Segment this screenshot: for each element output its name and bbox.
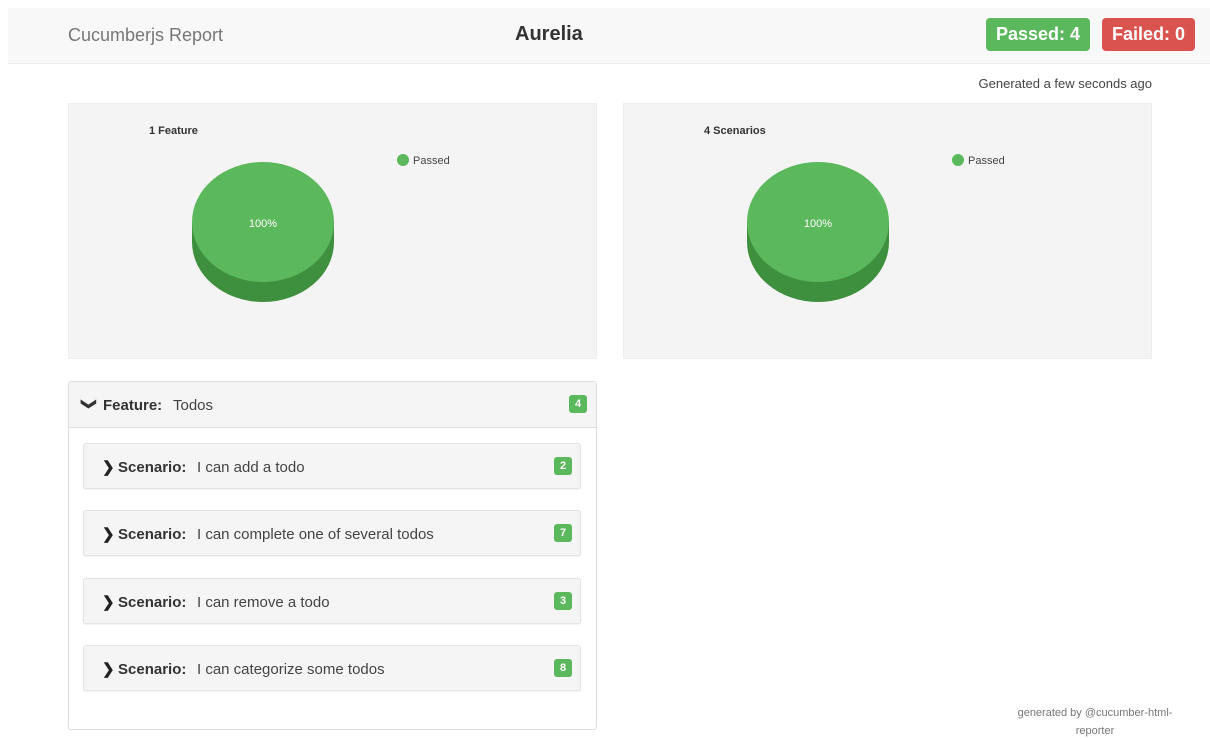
feature-keyword: Feature: [103,397,163,414]
scenario-row[interactable]: ❯ Scenario: I can remove a todo 3 [83,578,581,624]
feature-name: Todos [173,397,214,414]
scenario-count-badge: 8 [554,659,572,677]
scenario-name: I can categorize some todos [197,661,385,678]
scenario-keyword: Scenario: [118,594,187,611]
pie-data-label: 100% [804,218,832,230]
failed-badge: Failed: 0 [1102,18,1196,51]
feature-count-badge: 4 [569,395,587,413]
chart-title: 4 Scenarios [704,125,766,137]
scenario-count-badge: 7 [554,524,572,542]
chart-title: 1 Feature [149,125,198,137]
generated-timestamp: Generated a few seconds ago [978,76,1152,91]
passed-badge: Passed: 4 [986,18,1091,51]
legend-marker-passed [397,154,409,166]
footer-line: reporter [1075,725,1115,737]
features-pie-chart: 1 Feature Passed 100% [149,125,450,302]
chevron-right-icon[interactable]: ❯ [102,525,115,543]
feature-header[interactable]: ❯ Feature: Todos 4 [69,382,596,428]
legend-label-passed[interactable]: Passed [413,155,450,167]
scenarios-chart-panel: 4 Scenarios Passed 100% [623,103,1152,359]
feature-panel: ❯ Feature: Todos 4 ❯ Scenario: I can add… [68,381,597,730]
scenario-name: I can complete one of several todos [197,526,434,543]
scenarios-pie-chart: 4 Scenarios Passed 100% [704,125,1005,302]
brand-title[interactable]: Cucumberjs Report [68,25,223,46]
scenario-name: I can add a todo [197,459,305,476]
scenario-name: I can remove a todo [197,594,330,611]
chevron-down-icon[interactable]: ❯ [80,398,98,411]
scenario-row[interactable]: ❯ Scenario: I can categorize some todos … [83,645,581,691]
scenario-count-badge: 3 [554,592,572,610]
features-chart-panel: 1 Feature Passed 100% [68,103,597,359]
legend-label-passed[interactable]: Passed [968,155,1005,167]
scenario-count-badge: 2 [554,457,572,475]
scenario-row[interactable]: ❯ Scenario: I can add a todo 2 [83,443,581,489]
chevron-right-icon[interactable]: ❯ [102,458,115,476]
scenario-keyword: Scenario: [118,459,187,476]
scenario-keyword: Scenario: [118,526,187,543]
scenario-row[interactable]: ❯ Scenario: I can complete one of severa… [83,510,581,556]
footer-line: generated by @cucumber-html- [1017,707,1173,719]
legend-marker-passed [952,154,964,166]
chevron-right-icon[interactable]: ❯ [102,660,115,678]
footer-credit: generated by @cucumber-html- reporter [1000,704,1190,740]
navbar: Cucumberjs Report Aurelia Passed: 4 Fail… [8,8,1210,64]
scenario-keyword: Scenario: [118,661,187,678]
chevron-right-icon[interactable]: ❯ [102,593,115,611]
project-title: Aurelia [515,23,583,45]
pie-data-label: 100% [249,218,277,230]
